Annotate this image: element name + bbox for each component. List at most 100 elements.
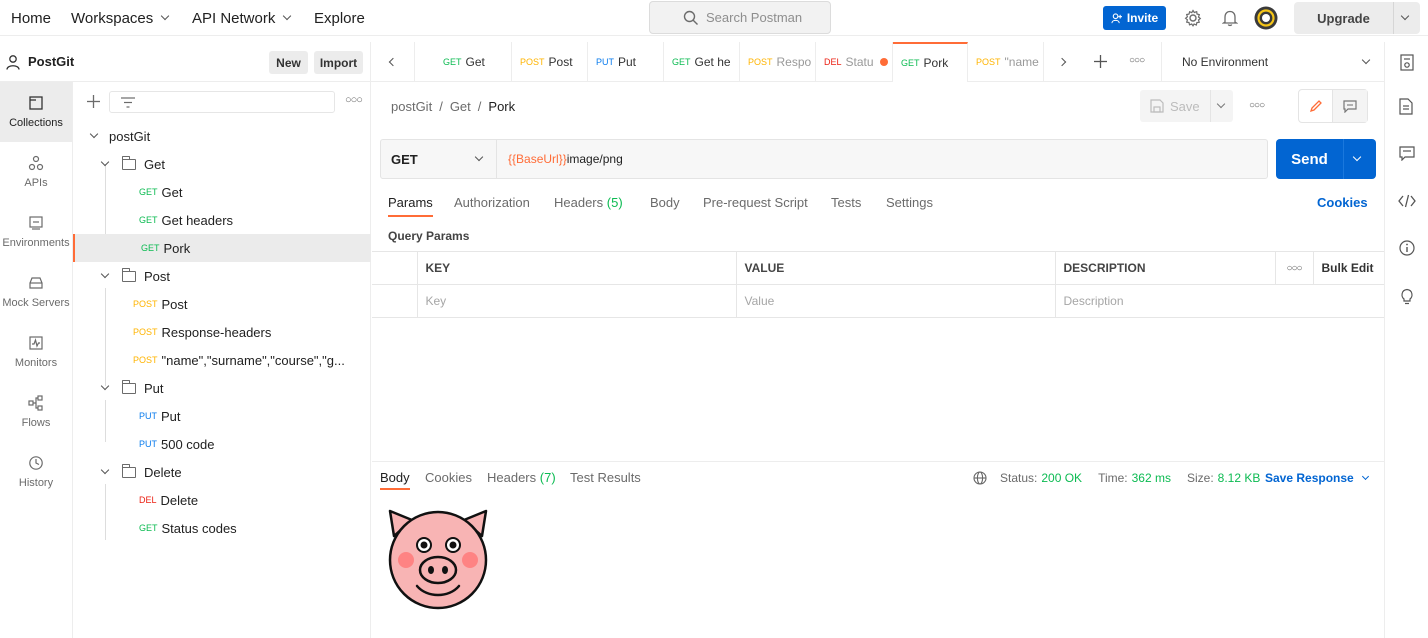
- add-icon[interactable]: [87, 95, 100, 108]
- tab-headers[interactable]: Headers (5): [554, 195, 623, 217]
- description-input[interactable]: Description: [1054, 284, 1384, 318]
- column-options-icon[interactable]: ○○○: [1274, 251, 1314, 285]
- rail-item-environments[interactable]: Environments: [0, 202, 72, 262]
- edit-mode-button[interactable]: [1299, 90, 1333, 122]
- request-item[interactable]: POST Post: [73, 290, 371, 318]
- request-item-selected[interactable]: GET Pork: [73, 234, 371, 262]
- request-item[interactable]: PUT 500 code: [73, 430, 371, 458]
- rail-item-monitors[interactable]: Monitors: [0, 322, 72, 382]
- method-badge: GET: [139, 215, 158, 225]
- tab-tests[interactable]: Tests: [831, 195, 861, 217]
- rail-item-mock-servers[interactable]: Mock Servers: [0, 262, 72, 322]
- tab-body[interactable]: Body: [650, 195, 680, 217]
- workspaces-menu[interactable]: Workspaces: [71, 0, 170, 36]
- new-button[interactable]: New: [269, 51, 308, 74]
- environment-selector[interactable]: No Environment: [1162, 42, 1383, 82]
- explore-link[interactable]: Explore: [314, 0, 365, 36]
- tab-options-icon[interactable]: ○○○: [1129, 55, 1145, 66]
- request-item[interactable]: GET Get: [73, 178, 371, 206]
- invite-button[interactable]: Invite: [1103, 6, 1166, 30]
- request-item[interactable]: PUT Put: [73, 402, 371, 430]
- request-item[interactable]: GET Status codes: [73, 514, 371, 542]
- response-tab-headers[interactable]: Headers (7): [487, 470, 556, 490]
- environment-quick-look-icon[interactable]: [1399, 54, 1415, 71]
- home-link[interactable]: Home: [11, 0, 51, 36]
- search-placeholder: Search Postman: [706, 10, 803, 25]
- response-tab-cookies[interactable]: Cookies: [425, 470, 472, 490]
- request-tab[interactable]: POST "name: [968, 42, 1044, 82]
- response-tab-test-results[interactable]: Test Results: [570, 470, 641, 490]
- key-input[interactable]: Key: [416, 284, 737, 318]
- new-tab-plus-icon[interactable]: [1094, 55, 1107, 68]
- rail-item-history[interactable]: History: [0, 442, 72, 502]
- chevron-down-icon[interactable]: [100, 465, 110, 475]
- breadcrumb-collection[interactable]: postGit: [391, 99, 432, 114]
- documentation-icon[interactable]: [1399, 98, 1413, 115]
- time-value[interactable]: 362 ms: [1132, 471, 1171, 485]
- request-item[interactable]: POST Response-headers: [73, 318, 371, 346]
- status-value[interactable]: 200 OK: [1041, 471, 1082, 485]
- upgrade-menu-chevron-icon[interactable]: [1400, 11, 1410, 21]
- folder-delete[interactable]: Delete: [73, 458, 371, 486]
- settings-gear-icon[interactable]: [1184, 9, 1202, 27]
- chevron-down-icon[interactable]: [100, 157, 110, 167]
- filter-input[interactable]: [109, 91, 335, 113]
- chevron-down-icon[interactable]: [1216, 99, 1225, 109]
- request-more-icon[interactable]: ○○○: [1249, 100, 1265, 111]
- avatar[interactable]: [1254, 6, 1278, 30]
- request-item[interactable]: GET Get headers: [73, 206, 371, 234]
- tab-scroll-right[interactable]: [1044, 42, 1080, 82]
- request-item[interactable]: DEL Delete: [73, 486, 371, 514]
- lightbulb-icon[interactable]: [1400, 288, 1414, 305]
- response-tab-body[interactable]: Body: [380, 470, 410, 490]
- api-network-menu[interactable]: API Network: [192, 0, 292, 36]
- rail-item-apis[interactable]: APIs: [0, 142, 72, 202]
- breadcrumb-folder[interactable]: Get: [450, 99, 471, 114]
- send-options-chevron-icon[interactable]: [1352, 152, 1362, 162]
- request-item[interactable]: POST "name","surname","course","g...: [73, 346, 371, 374]
- request-tab[interactable]: GET Get: [435, 42, 512, 82]
- api-network-label: API Network: [192, 9, 276, 27]
- comments-icon[interactable]: [1399, 146, 1415, 161]
- tab-label: Put: [618, 55, 637, 69]
- request-tab[interactable]: GET Get he: [664, 42, 740, 82]
- rail-item-collections[interactable]: Collections: [0, 82, 72, 142]
- request-tab-active[interactable]: GET Pork: [893, 42, 968, 82]
- url-input[interactable]: {{BaseUrl}} image/png: [497, 140, 1267, 178]
- response-divider[interactable]: [372, 461, 1384, 462]
- request-tab[interactable]: PUT Put: [588, 42, 664, 82]
- request-tab[interactable]: POST Respo: [740, 42, 816, 82]
- tab-pre-request-script[interactable]: Pre-request Script: [703, 195, 808, 217]
- cookies-link[interactable]: Cookies: [1317, 195, 1368, 210]
- chevron-down-icon[interactable]: [100, 269, 110, 279]
- tab-scroll-left[interactable]: [371, 42, 415, 82]
- tab-settings[interactable]: Settings: [886, 195, 933, 217]
- bulk-edit-button[interactable]: Bulk Edit: [1312, 251, 1384, 285]
- folder-put[interactable]: Put: [73, 374, 371, 402]
- tab-authorization[interactable]: Authorization: [454, 195, 530, 217]
- upgrade-button[interactable]: Upgrade: [1294, 2, 1420, 34]
- tab-params[interactable]: Params: [388, 195, 433, 217]
- notifications-bell-icon[interactable]: [1222, 9, 1238, 27]
- size-value[interactable]: 8.12 KB: [1218, 471, 1261, 485]
- rail-item-flows[interactable]: Flows: [0, 382, 72, 442]
- send-button[interactable]: Send: [1276, 139, 1376, 179]
- globe-icon[interactable]: [973, 471, 987, 485]
- collection-postgit[interactable]: postGit: [73, 122, 371, 150]
- comment-mode-button[interactable]: [1333, 90, 1367, 122]
- save-response-button[interactable]: Save Response: [1265, 471, 1369, 485]
- code-icon[interactable]: [1398, 194, 1416, 208]
- method-select[interactable]: GET: [381, 140, 497, 178]
- more-options-icon[interactable]: ○○○: [345, 94, 363, 106]
- chevron-down-icon[interactable]: [89, 129, 99, 139]
- value-input[interactable]: Value: [735, 284, 1056, 318]
- request-tab[interactable]: POST Post: [512, 42, 588, 82]
- request-tab-unsaved[interactable]: DEL Statu: [816, 42, 893, 82]
- chevron-down-icon[interactable]: [100, 381, 110, 391]
- folder-post[interactable]: Post: [73, 262, 371, 290]
- save-button[interactable]: Save: [1140, 90, 1233, 122]
- folder-get[interactable]: Get: [73, 150, 371, 178]
- search-input[interactable]: Search Postman: [649, 1, 831, 34]
- info-icon[interactable]: [1399, 240, 1415, 256]
- import-button[interactable]: Import: [314, 51, 363, 74]
